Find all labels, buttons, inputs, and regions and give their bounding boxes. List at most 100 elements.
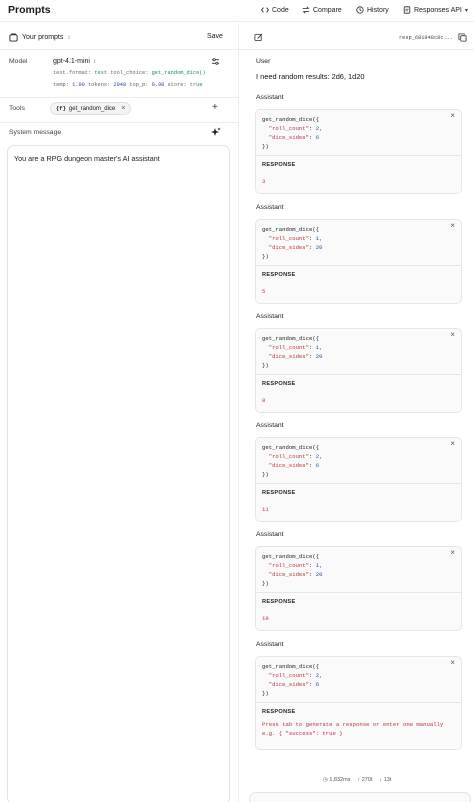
tool-response-section: RESPONSE 3 [256, 155, 461, 193]
tool-response-section: RESPONSE 8 [256, 374, 461, 412]
your-prompts-label: Your prompts [22, 34, 64, 41]
code-line: get_random_dice({ [262, 116, 320, 123]
latency-stat: ◷ 1,832ms [323, 777, 350, 783]
tokens-out-stat: ↓ 13t [379, 777, 391, 783]
param-key: top_p: [129, 82, 149, 88]
response-label: RESPONSE [262, 162, 296, 168]
response-value: 3 [262, 178, 266, 185]
system-message-label: System message [9, 129, 62, 136]
arg-key: "roll_count" [268, 344, 310, 351]
tool-call-card: × get_random_dice({ "roll_count": 2, "dic… [255, 656, 462, 750]
code-line: }) [262, 253, 269, 260]
placeholder-line: e.g. { "success": true } [262, 730, 343, 737]
code-line: "roll_count": 2, [268, 125, 323, 132]
response-label: RESPONSE [262, 599, 296, 605]
arg-value: 1, [315, 562, 323, 569]
param-key: temp: [53, 82, 69, 88]
your-prompts-dropdown[interactable]: Your prompts ↕ [9, 33, 70, 42]
tool-response-section: RESPONSE 19 [256, 592, 461, 630]
assistant-role-label: Assistant [256, 204, 284, 211]
tool-call-code: × get_random_dice({ "roll_count": 2, "dic… [256, 657, 461, 702]
model-name: gpt-4.1-mini [53, 58, 90, 65]
arg-key: "roll_count" [268, 672, 310, 679]
code-line: get_random_dice({ [262, 553, 320, 560]
usage-stats: ◷ 1,832ms ↑ 270t ↓ 13t [323, 777, 391, 783]
close-icon[interactable]: × [450, 549, 455, 558]
assistant-role-label: Assistant [256, 313, 284, 320]
document-icon [403, 6, 411, 14]
arg-key: "roll_count" [268, 453, 310, 460]
tokens-in-stat: ↑ 270t [357, 777, 372, 783]
code-line: }) [262, 690, 269, 697]
close-icon[interactable]: × [450, 112, 455, 121]
section-divider [0, 97, 238, 98]
close-icon[interactable]: × [450, 659, 455, 668]
param-value: 2048 [113, 82, 127, 88]
arg-key: "dice_sides" [268, 571, 310, 578]
code-line: get_random_dice({ [262, 444, 320, 451]
save-button[interactable]: Save [207, 33, 223, 40]
tool-response-section: RESPONSE 5 [256, 265, 461, 303]
sparkle-icon[interactable] [211, 127, 221, 139]
tool-call-card: × get_random_dice({ "roll_count": 2, "dic… [255, 437, 462, 522]
tool-call-code: × get_random_dice({ "roll_count": 1, "dic… [256, 547, 461, 592]
responses-api-label: Responses API [414, 6, 462, 14]
code-line: }) [262, 362, 269, 369]
tokens-in-value: 270t [361, 777, 373, 783]
arrow-up-icon: ↑ [357, 777, 361, 783]
param-value: text [94, 70, 108, 76]
close-icon[interactable]: × [121, 105, 125, 112]
edit-icon[interactable] [254, 33, 263, 44]
arg-key: "roll_count" [268, 125, 310, 132]
code-line: "roll_count": 2, [268, 453, 323, 460]
history-icon [356, 6, 364, 14]
chat-composer[interactable] [249, 792, 471, 802]
copy-icon[interactable] [458, 33, 467, 44]
code-label: Code [272, 6, 289, 14]
settings-sliders-icon[interactable] [211, 57, 220, 68]
tool-call-code: × get_random_dice({ "roll_count": 2, "dic… [256, 438, 461, 483]
response-value: 19 [262, 615, 269, 622]
close-icon[interactable]: × [450, 331, 455, 340]
compare-icon [302, 6, 310, 14]
code-line: "dice_sides": 20 [268, 244, 323, 251]
param-value: get_random_dice() [151, 70, 206, 76]
code-button[interactable]: Code [261, 6, 289, 14]
close-icon[interactable]: × [450, 440, 455, 449]
param-value: true [189, 82, 203, 88]
arg-value: 1, [315, 235, 323, 242]
tokens-out-value: 13t [383, 777, 392, 783]
tool-call-card: × get_random_dice({ "roll_count": 1, "dic… [255, 219, 462, 304]
section-divider [239, 49, 474, 50]
response-label: RESPONSE [262, 381, 296, 387]
arg-value: 20 [315, 353, 323, 360]
tool-chip[interactable]: {f} get_random_dice × [50, 102, 132, 115]
arg-key: "roll_count" [268, 235, 310, 242]
arg-value: 20 [315, 571, 323, 578]
history-button[interactable]: History [356, 6, 389, 14]
response-label: RESPONSE [262, 272, 296, 278]
add-tool-button[interactable]: + [212, 102, 218, 113]
arg-value: 20 [315, 244, 323, 251]
param-key: tool_choice: [110, 70, 149, 76]
arg-value: 6 [315, 134, 320, 141]
compare-button[interactable]: Compare [302, 6, 342, 14]
code-line: "dice_sides": 6 [268, 462, 320, 469]
response-placeholder: Press tab to generate a response or ente… [262, 720, 455, 738]
latency-value: 1,832ms [329, 777, 351, 783]
clock-icon: ◷ [323, 777, 328, 783]
user-message-text: I need random results: 2d6, 1d20 [256, 72, 365, 81]
chevron-down-icon: ▾ [464, 7, 468, 14]
chevron-updown-icon: ↕ [67, 34, 71, 41]
tool-chip-label: get_random_dice [68, 105, 116, 112]
close-icon[interactable]: × [450, 222, 455, 231]
code-line: get_random_dice({ [262, 663, 320, 670]
code-line: }) [262, 143, 269, 150]
model-params-line-2: temp: 1.00 tokens: 2048 top_p: 0.98 stor… [53, 82, 203, 88]
responses-api-button[interactable]: Responses API ▾ [403, 6, 468, 14]
code-line: "dice_sides": 6 [268, 681, 320, 688]
code-line: }) [262, 580, 269, 587]
tool-response-section[interactable]: RESPONSE Press tab to generate a response… [256, 702, 461, 749]
model-selector[interactable]: gpt-4.1-mini ↕ [53, 58, 96, 65]
system-message-input[interactable]: You are a RPG dungeon master's AI assist… [7, 145, 230, 802]
